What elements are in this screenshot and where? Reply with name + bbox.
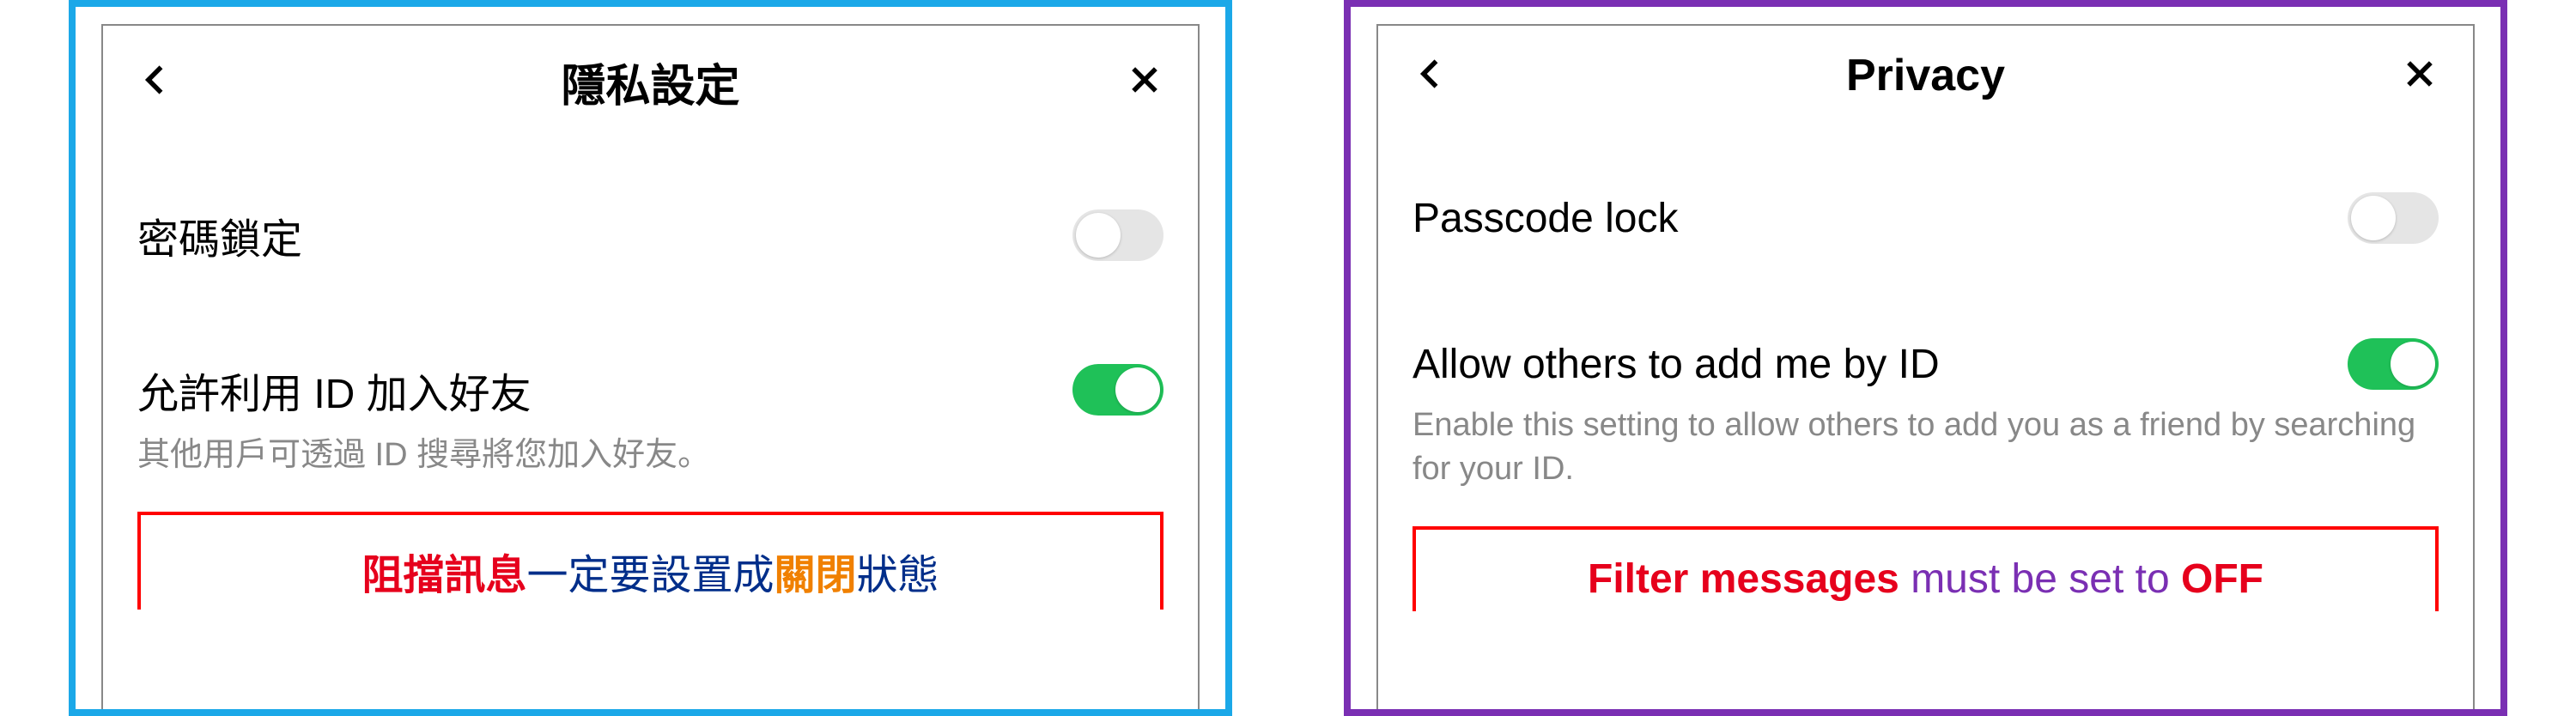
back-icon[interactable] bbox=[1413, 55, 1450, 97]
passcode-lock-label: 密碼鎖定 bbox=[137, 205, 302, 265]
toggle-knob bbox=[1076, 213, 1121, 258]
page-title: 隱私設定 bbox=[561, 50, 739, 114]
allow-add-by-id-label: 允許利用 ID 加入好友 bbox=[137, 360, 532, 420]
passcode-lock-toggle[interactable] bbox=[2348, 192, 2439, 244]
back-icon[interactable] bbox=[137, 61, 175, 103]
annotation-part: 關閉 bbox=[775, 553, 857, 598]
allow-add-by-id-toggle[interactable] bbox=[1072, 364, 1163, 416]
allow-add-by-id-description: Enable this setting to allow others to a… bbox=[1404, 398, 2447, 518]
allow-add-by-id-toggle[interactable] bbox=[2348, 338, 2439, 390]
setting-allow-add-by-id: Allow others to add me by ID bbox=[1404, 261, 2447, 398]
panel-chinese: 隱私設定 密碼鎖定 允許利用 ID 加入好友 其他用戶可透過 ID 搜尋將您加入… bbox=[69, 0, 1232, 716]
panel-english: Privacy Passcode lock Allow others to ad… bbox=[1344, 0, 2507, 716]
toggle-knob bbox=[1115, 367, 1160, 412]
panel-inner: 隱私設定 密碼鎖定 允許利用 ID 加入好友 其他用戶可透過 ID 搜尋將您加入… bbox=[101, 24, 1200, 709]
header: Privacy bbox=[1404, 26, 2447, 132]
toggle-knob bbox=[2351, 196, 2396, 240]
annotation-part: 狀態 bbox=[857, 553, 939, 598]
annotation-part: 一定要設置成 bbox=[526, 553, 774, 598]
annotation-filter-messages: Filter messages must be set to OFF bbox=[1413, 526, 2439, 611]
setting-passcode-lock: Passcode lock bbox=[1404, 132, 2447, 261]
annotation-part: must be set to bbox=[1899, 556, 2181, 602]
header: 隱私設定 bbox=[129, 26, 1172, 145]
close-icon[interactable] bbox=[2401, 55, 2439, 97]
toggle-knob bbox=[2391, 342, 2435, 386]
annotation-filter-messages: 阻擋訊息一定要設置成關閉狀態 bbox=[137, 512, 1163, 610]
passcode-lock-toggle[interactable] bbox=[1072, 209, 1163, 261]
setting-allow-add-by-id: 允許利用 ID 加入好友 bbox=[129, 282, 1172, 428]
allow-add-by-id-label: Allow others to add me by ID bbox=[1413, 341, 1940, 388]
setting-passcode-lock: 密碼鎖定 bbox=[129, 145, 1172, 282]
annotation-part: Filter messages bbox=[1588, 556, 1899, 602]
page-title: Privacy bbox=[1846, 50, 2005, 101]
passcode-lock-label: Passcode lock bbox=[1413, 195, 1679, 242]
annotation-part: 阻擋訊息 bbox=[361, 553, 526, 598]
close-icon[interactable] bbox=[1126, 61, 1163, 103]
annotation-part: OFF bbox=[2181, 556, 2263, 602]
allow-add-by-id-description: 其他用戶可透過 ID 搜尋將您加入好友。 bbox=[129, 428, 1172, 503]
panel-inner: Privacy Passcode lock Allow others to ad… bbox=[1376, 24, 2475, 709]
